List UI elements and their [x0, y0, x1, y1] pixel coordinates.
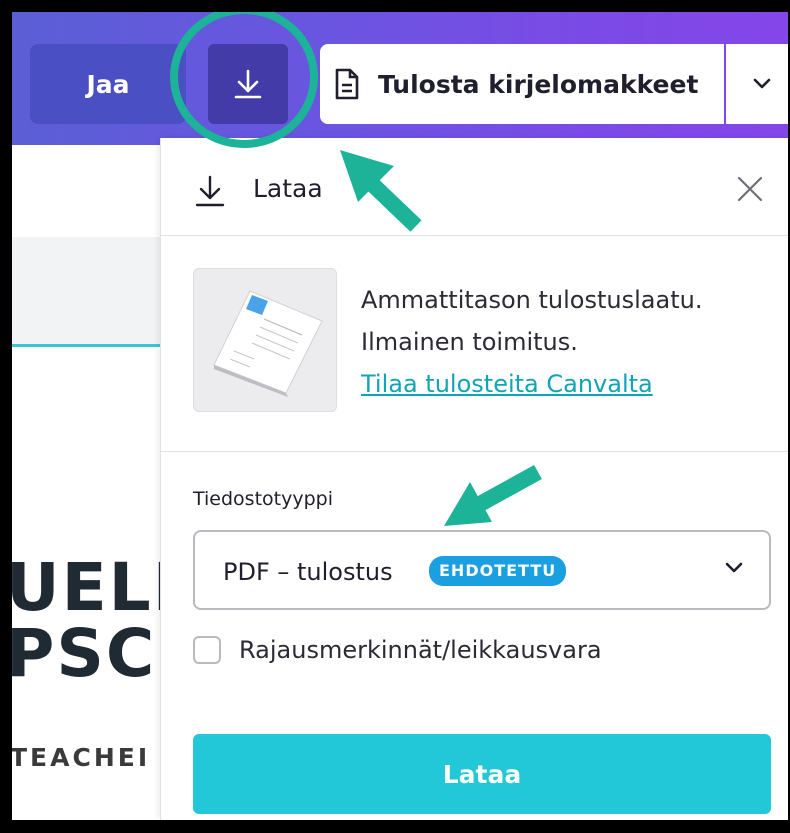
- document-icon: [335, 68, 359, 100]
- chevron-down-icon: [725, 562, 743, 573]
- annotation-arrow-up-left: [340, 150, 422, 232]
- close-icon[interactable]: [735, 174, 765, 204]
- file-type-select[interactable]: PDF – tulostus EHDOTETTU: [193, 530, 771, 610]
- canvas-heading-line2: PSC: [12, 615, 157, 692]
- chevron-down-icon: [753, 78, 771, 89]
- share-button[interactable]: Jaa: [30, 44, 186, 124]
- panel-header: Lataa: [161, 138, 788, 236]
- crop-marks-label: Rajausmerkinnät/leikkausvara: [239, 636, 602, 664]
- print-options-button[interactable]: [726, 44, 788, 124]
- file-type-label: Tiedostotyyppi: [193, 488, 333, 510]
- screenshot-frame: Jaa Tulosta kirjelomakkeet UELI PSC TEAC: [12, 12, 788, 820]
- promo-text-delivery: Ilmainen toimitus.: [361, 328, 578, 356]
- download-submit-button[interactable]: Lataa: [193, 734, 771, 814]
- print-button-label: Tulosta kirjelomakkeet: [378, 69, 699, 99]
- letterhead-preview-image: [213, 290, 323, 397]
- download-icon: [195, 175, 225, 207]
- order-prints-link[interactable]: Tilaa tulosteita Canvalta: [361, 370, 653, 398]
- crop-marks-option[interactable]: Rajausmerkinnät/leikkausvara: [193, 634, 602, 666]
- file-type-value: PDF – tulostus: [223, 558, 393, 586]
- suggested-badge: EHDOTETTU: [429, 556, 567, 586]
- download-submit-label: Lataa: [442, 759, 522, 789]
- canvas-subtitle: TEACHEI: [12, 743, 151, 772]
- canvas-strip: [12, 237, 162, 347]
- panel-title: Lataa: [253, 174, 323, 203]
- print-thumbnail: [193, 268, 337, 412]
- promo-text-quality: Ammattitason tulostuslaatu.: [361, 286, 703, 314]
- annotation-arrow-down-left: [444, 464, 542, 526]
- print-button[interactable]: Tulosta kirjelomakkeet: [320, 44, 724, 124]
- canvas-heading-line1: UELI: [12, 549, 180, 626]
- canvas-heading: UELI PSC: [12, 555, 179, 687]
- editor-toolbar: Jaa Tulosta kirjelomakkeet: [12, 12, 788, 145]
- annotation-circle: [170, 12, 318, 148]
- print-promo: Ammattitason tulostuslaatu. Ilmainen toi…: [161, 236, 788, 452]
- share-button-label: Jaa: [86, 69, 130, 99]
- crop-marks-checkbox[interactable]: [193, 636, 221, 664]
